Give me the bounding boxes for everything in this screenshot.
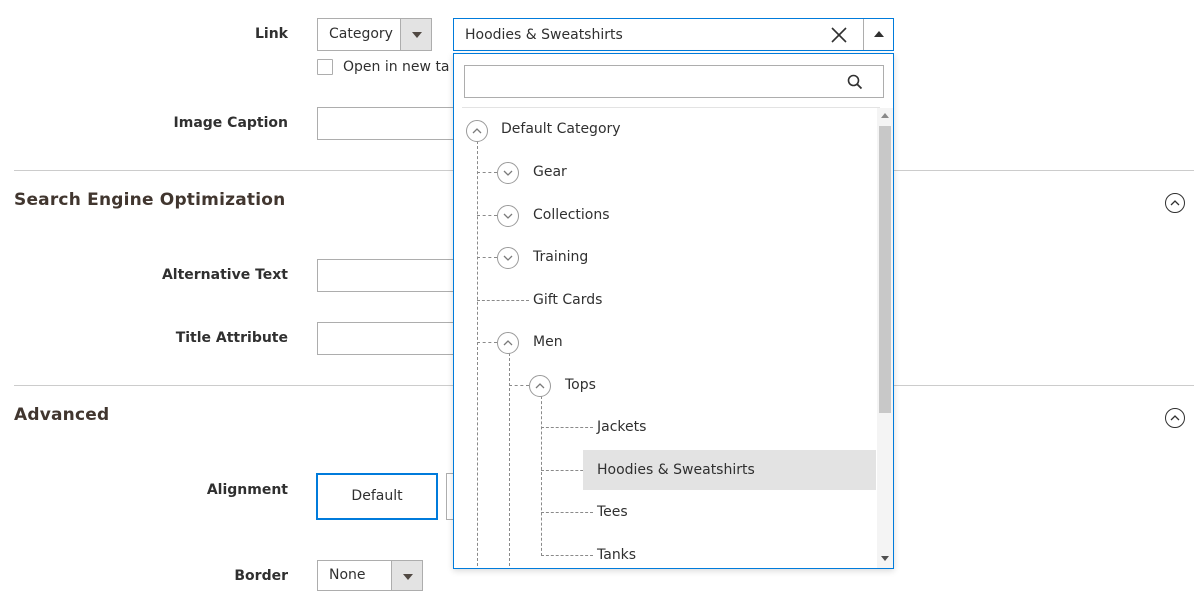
border-value: None xyxy=(329,567,366,583)
image-caption-input[interactable] xyxy=(317,107,457,140)
border-label: Border xyxy=(234,568,288,584)
tree-connector xyxy=(541,396,542,556)
tree-connector xyxy=(541,555,593,556)
open-new-tab-checkbox[interactable] xyxy=(317,59,333,75)
tree-connector xyxy=(477,141,478,568)
chevron-down-circle-icon[interactable] xyxy=(497,247,519,269)
link-label: Link xyxy=(255,26,288,42)
link-type-select[interactable]: Category xyxy=(317,18,432,51)
chevron-down-icon xyxy=(391,561,422,590)
tree-item-jackets[interactable]: Jackets xyxy=(597,419,646,435)
category-selected-value: Hoodies & Sweatshirts xyxy=(465,27,623,43)
close-icon[interactable] xyxy=(829,25,849,45)
image-caption-label: Image Caption xyxy=(173,115,288,131)
border-select[interactable]: None xyxy=(317,560,423,591)
tree-connector xyxy=(509,385,529,386)
advanced-section-title[interactable]: Advanced xyxy=(14,405,109,425)
scroll-up-arrow-icon[interactable] xyxy=(881,113,889,118)
scrollbar-thumb[interactable] xyxy=(879,126,891,413)
title-attribute-input[interactable] xyxy=(317,322,457,355)
tree-item-tees[interactable]: Tees xyxy=(597,504,628,520)
chevron-up-icon[interactable] xyxy=(863,19,893,50)
alignment-default-button[interactable]: Default xyxy=(316,473,438,520)
title-attribute-label: Title Attribute xyxy=(175,330,288,346)
category-select[interactable]: Hoodies & Sweatshirts xyxy=(453,18,894,51)
tree-item-men[interactable]: Men xyxy=(533,334,563,350)
tree-item-collections[interactable]: Collections xyxy=(533,207,610,223)
scroll-down-arrow-icon[interactable] xyxy=(881,556,889,561)
category-search-field[interactable] xyxy=(464,65,884,98)
tree-connector xyxy=(541,512,593,513)
tree-item-training[interactable]: Training xyxy=(533,249,588,265)
alt-text-label: Alternative Text xyxy=(161,267,288,283)
tree-item-tops[interactable]: Tops xyxy=(565,377,596,393)
tree-connector xyxy=(541,427,593,428)
chevron-up-circle-icon[interactable] xyxy=(466,120,488,142)
chevron-down-circle-icon[interactable] xyxy=(497,205,519,227)
tree-connector xyxy=(477,172,497,173)
separator xyxy=(462,107,880,108)
chevron-down-circle-icon[interactable] xyxy=(497,162,519,184)
tree-item-default-category[interactable]: Default Category xyxy=(501,121,621,137)
chevron-up-circle-icon[interactable] xyxy=(529,375,551,397)
chevron-up-circle-icon[interactable] xyxy=(1165,193,1185,213)
alt-text-input[interactable] xyxy=(317,259,457,292)
chevron-up-circle-icon[interactable] xyxy=(1165,408,1185,428)
category-dropdown-panel: Default Category Gear Collections Traini… xyxy=(453,53,894,569)
tree-connector xyxy=(477,342,497,343)
alignment-label: Alignment xyxy=(206,482,288,498)
link-type-value: Category xyxy=(329,26,393,42)
search-icon[interactable] xyxy=(847,74,863,90)
tree-connector xyxy=(477,215,497,216)
tree-item-tanks[interactable]: Tanks xyxy=(597,547,636,563)
tree-item-gift-cards[interactable]: Gift Cards xyxy=(533,292,602,308)
seo-section-title[interactable]: Search Engine Optimization xyxy=(14,190,285,210)
open-new-tab-label: Open in new tab xyxy=(343,59,450,75)
tree-item-gear[interactable]: Gear xyxy=(533,164,567,180)
chevron-down-icon xyxy=(400,19,431,50)
category-search-input[interactable] xyxy=(473,66,853,96)
tree-item-hoodies-sweatshirts[interactable]: Hoodies & Sweatshirts xyxy=(597,462,755,478)
tree-connector xyxy=(477,300,529,301)
tree-connector xyxy=(477,257,497,258)
chevron-up-circle-icon[interactable] xyxy=(497,332,519,354)
